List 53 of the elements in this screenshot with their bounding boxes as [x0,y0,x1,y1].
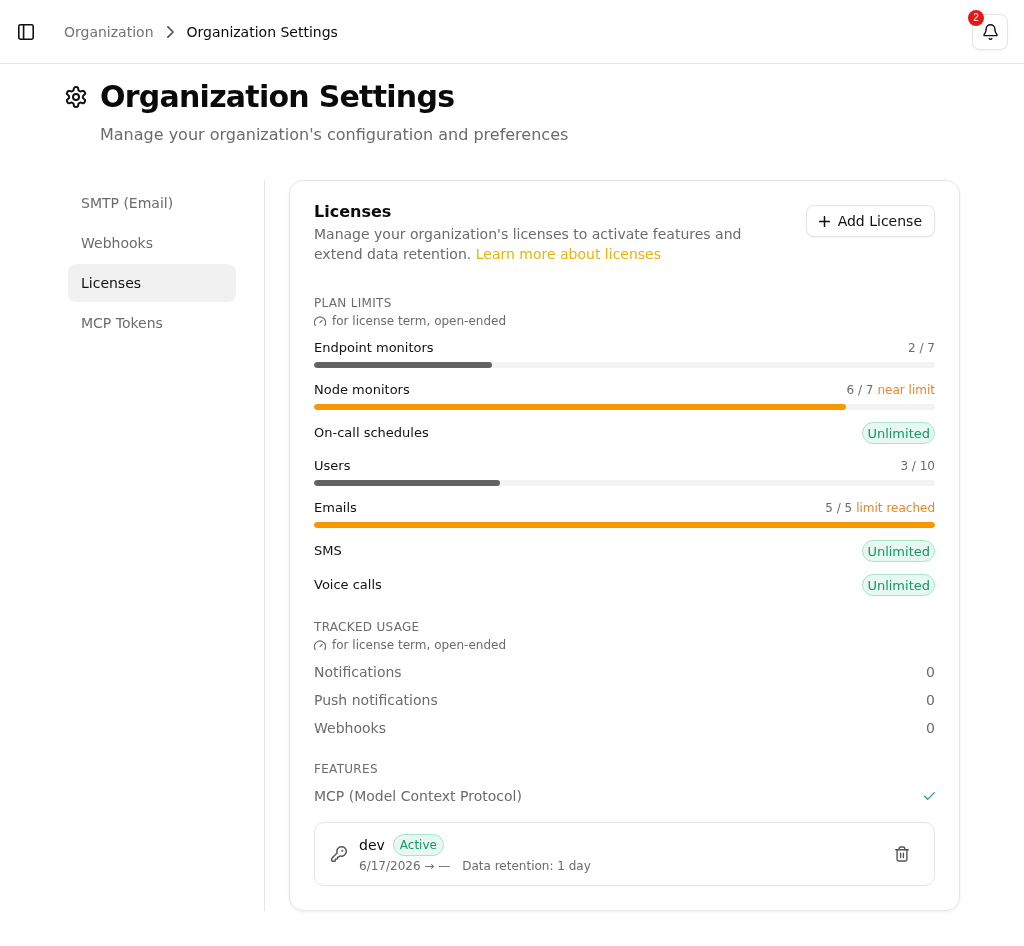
card-description: Manage your organization's licenses to activate features and extend data retention. Learn more about licenses [314,225,743,264]
breadcrumb-link[interactable]: Organization [64,21,154,42]
section-heading: TRACKED USAGE [314,619,421,635]
limit-label: Emails [314,499,357,517]
limit-label: SMS [314,542,342,560]
bell-icon [982,23,998,40]
chevron-right-icon [166,25,174,38]
limit-label: On-call schedules [314,424,429,442]
usage-reading: 5 / 5 [825,500,853,516]
section-heading: FEATURES [314,761,379,777]
limit-label: Voice calls [314,576,382,594]
limit-label: Endpoint monitors [314,339,434,357]
feature-label: MCP (Model Context Protocol) [314,787,522,806]
sidebar-item[interactable]: SMTP (Email) [68,184,236,222]
plus-icon [818,215,830,227]
sidebar-item[interactable]: Webhooks [68,224,236,262]
license-name: dev [359,836,385,855]
status-badge: Active [392,834,444,856]
usage-value: 0 [926,719,935,738]
usage-value: 0 [926,663,935,682]
section-note: for license term, open-ended [332,637,507,653]
section-heading: PLAN LIMITS [314,295,393,311]
usage-value: 0 [926,691,935,710]
usage-reading: 3 / 10 [900,458,935,474]
notification-count: 2 [968,9,984,26]
status-badge: Unlimited [862,574,935,596]
trash-icon [895,846,909,862]
usage-label: Webhooks [314,719,386,738]
limit-label: Users [314,457,351,475]
page-title: Organization Settings [100,79,455,115]
license-dates: 6/17/2026 → — [359,858,451,874]
usage-label: Push notifications [314,691,438,710]
breadcrumb-link[interactable]: Organization Settings [186,21,338,42]
sidebar-item[interactable]: Licenses [68,264,236,302]
usage-label: Notifications [314,663,402,682]
card-title: Licenses [314,201,393,223]
sidebar-item[interactable]: MCP Tokens [68,304,236,342]
page-subtitle: Manage your organization's configuration and preferences [100,124,570,146]
gauge-icon [314,316,326,326]
key-icon [331,846,347,862]
data-retention: Data retention: 1 day [462,858,591,874]
section-note: for license term, open-ended [332,313,507,329]
status-badge: Unlimited [862,422,935,444]
limit-warning: limit reached [856,500,935,516]
gauge-icon [314,640,326,650]
usage-reading: 2 / 7 [908,340,935,356]
status-badge: Unlimited [862,540,935,562]
limit-warning: near limit [877,382,935,398]
limit-label: Node monitors [314,381,410,399]
add-license-button[interactable]: Add License [805,205,935,237]
sidebar-toggle-icon [18,23,34,40]
usage-reading: 6 / 7 [846,382,874,398]
settings-icon [65,86,87,108]
